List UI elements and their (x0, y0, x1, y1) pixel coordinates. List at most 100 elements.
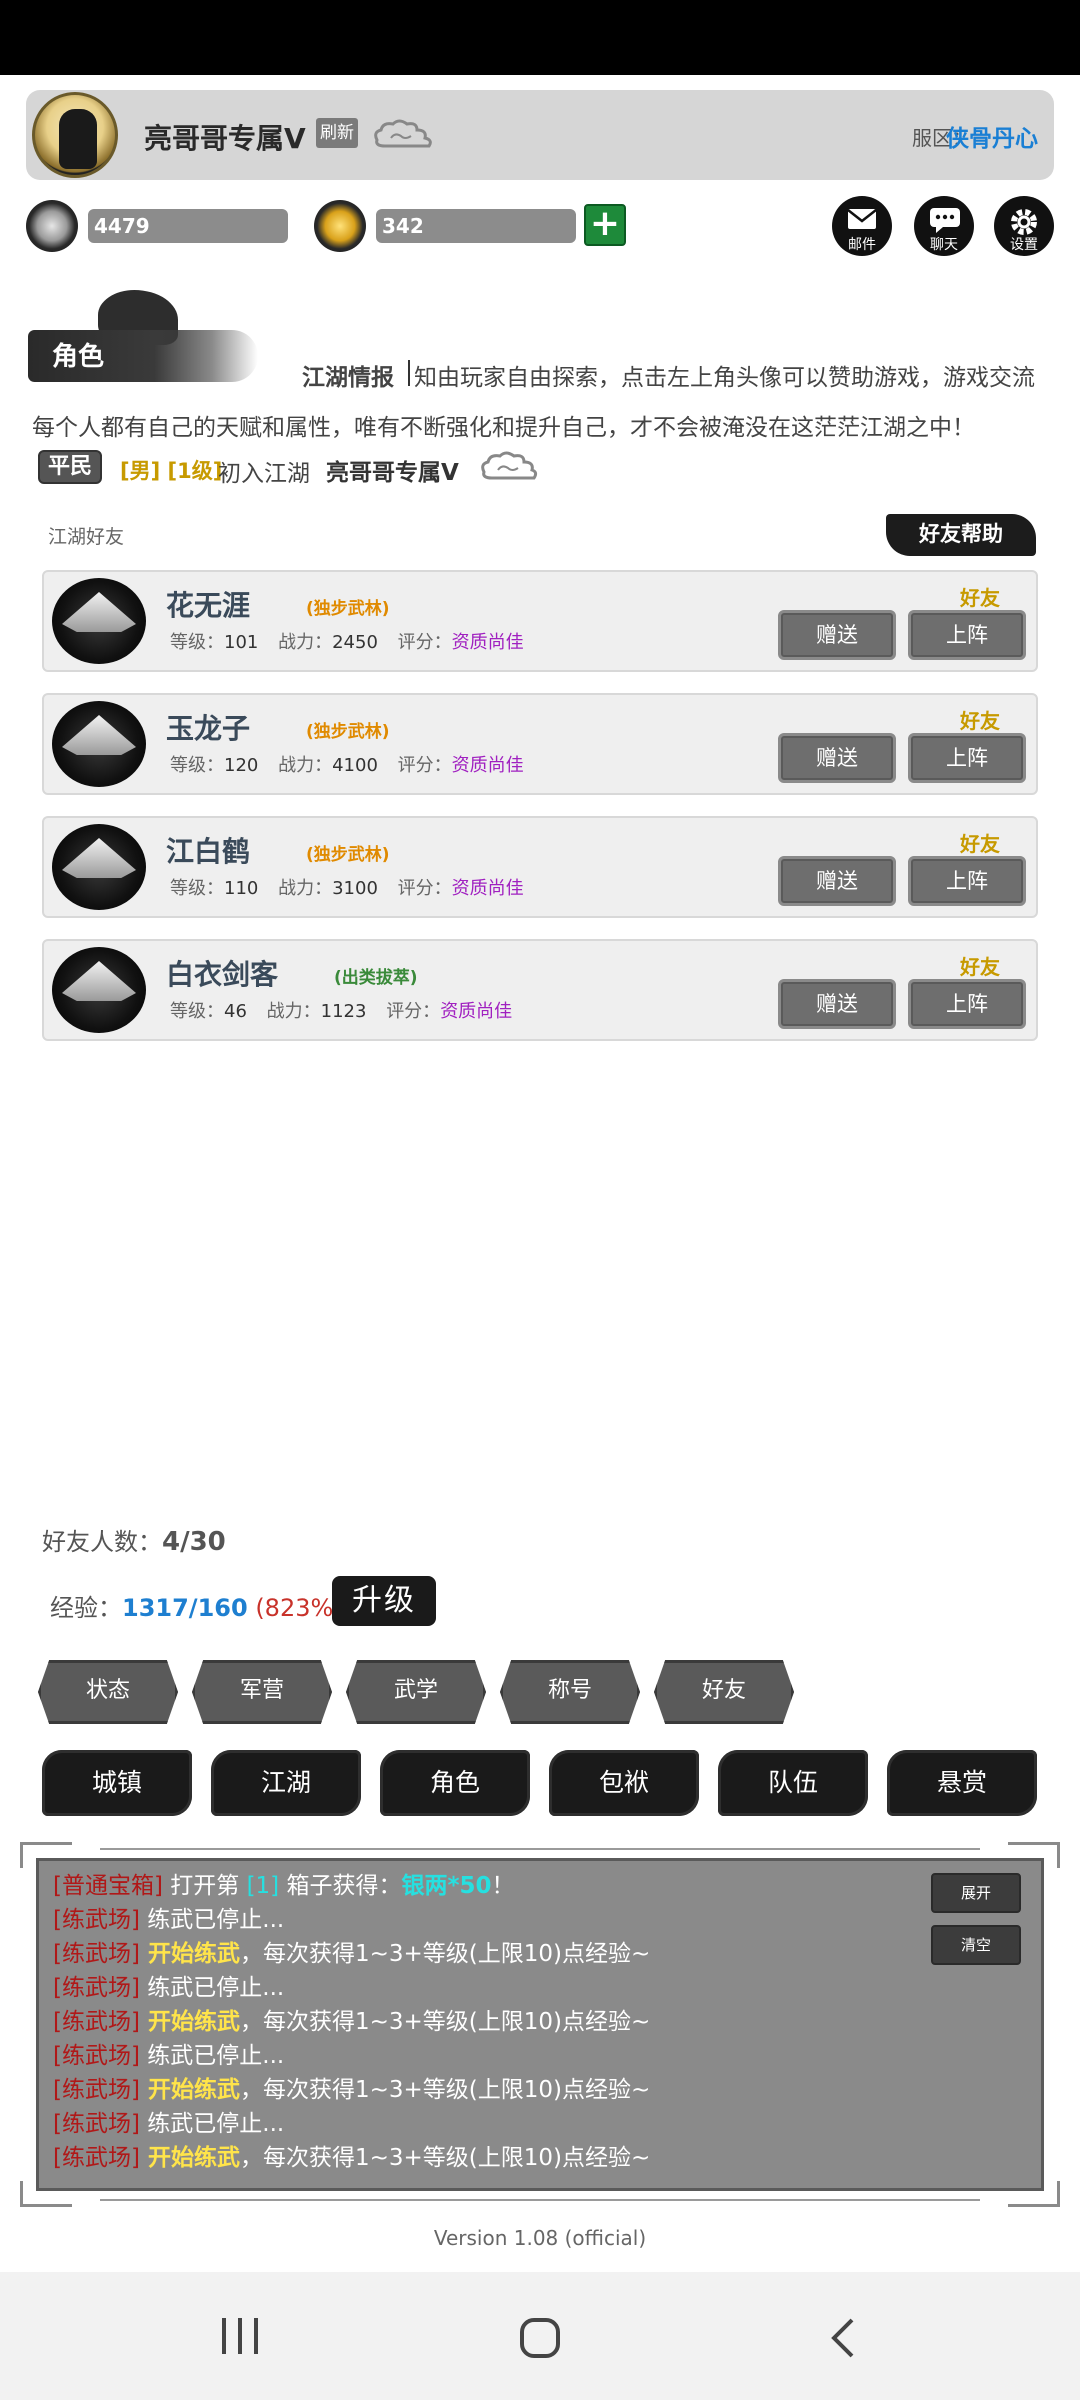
tab-2[interactable]: 武学 (346, 1660, 486, 1724)
tab-3[interactable]: 称号 (500, 1660, 640, 1724)
log-highlight: 开始练武 (139, 2145, 240, 2171)
power-label: 战力： (278, 755, 333, 776)
expand-log-button[interactable]: 展开 (931, 1873, 1021, 1913)
nav-button-3[interactable]: 包袱 (549, 1750, 699, 1816)
friend-rating: 资质尚佳 (451, 755, 524, 776)
friend-avatar[interactable] (52, 947, 146, 1033)
chat-button[interactable]: 聊天 (914, 196, 974, 256)
gift-button[interactable]: 赠送 (778, 610, 896, 660)
deploy-button[interactable]: 上阵 (908, 733, 1026, 783)
log-line: [练武场] 开始练武，每次获得1~3+等级(上限10)点经验~ (53, 2005, 650, 2039)
clear-log-button[interactable]: 清空 (931, 1925, 1021, 1965)
friend-name: 江白鹤 (166, 835, 251, 868)
back-icon[interactable] (826, 2316, 858, 2360)
add-gold-button[interactable]: + (584, 204, 626, 246)
player-name: 亮哥哥专属V (144, 122, 306, 155)
home-icon[interactable] (518, 2316, 562, 2360)
role-banner-label: 角色 (52, 342, 105, 372)
friend-stats: 等级：120 战力：4100 评分：资质尚佳 (170, 751, 524, 777)
mail-icon (847, 209, 877, 229)
status-bar (0, 0, 1080, 75)
chat-label: 聊天 (930, 237, 958, 253)
log-tag: [练武场] (53, 1941, 140, 1967)
friend-card[interactable]: 花无涯 (独步武林) 等级：101 战力：2450 评分：资质尚佳 好友 赠送 … (42, 570, 1038, 672)
friend-power: 1123 (320, 1001, 367, 1022)
nav-button-4[interactable]: 队伍 (718, 1750, 868, 1816)
exp-row: 经验：1317/160 (823%) (50, 1588, 343, 1623)
intro-text: 每个人都有自己的天赋和属性，唯有不断强化和提升自己，才不会被淹没在这茫茫江湖之中… (32, 415, 975, 441)
log-highlight: 开始练武 (139, 1941, 240, 1967)
friend-card[interactable]: 白衣剑客 (出类拔萃) 等级：46 战力：1123 评分：资质尚佳 好友 赠送 … (42, 939, 1038, 1041)
friend-relation: 好友 (960, 832, 1000, 856)
player-header: 亮哥哥专属V 刷新 服区： 侠骨丹心 (26, 90, 1054, 180)
friend-relation: 好友 (960, 955, 1000, 979)
news-label: 江湖情报 (302, 365, 394, 391)
friend-count-label: 好友人数： (42, 1528, 162, 1556)
news-divider (408, 360, 410, 386)
silver-coin-icon (26, 200, 78, 252)
deploy-button[interactable]: 上阵 (908, 979, 1026, 1029)
gift-button[interactable]: 赠送 (778, 979, 896, 1029)
bamboo-hat-icon (62, 838, 136, 878)
gift-button[interactable]: 赠送 (778, 733, 896, 783)
bamboo-hat-icon (62, 592, 136, 632)
upgrade-button[interactable]: 升级 (332, 1576, 436, 1626)
friend-card[interactable]: 江白鹤 (独步武林) 等级：110 战力：3100 评分：资质尚佳 好友 赠送 … (42, 816, 1038, 918)
level-label: 等级： (170, 1001, 224, 1022)
friend-stats: 等级：46 战力：1123 评分：资质尚佳 (170, 997, 512, 1023)
tab-0[interactable]: 状态 (38, 1660, 178, 1724)
mail-button[interactable]: 邮件 (832, 196, 892, 256)
friend-avatar[interactable] (52, 701, 146, 787)
log-text: ，每次获得1~3+等级(上限10)点经验~ (239, 1941, 651, 1967)
log-line: [练武场] 练武已停止... (53, 1903, 650, 1937)
log-text: 打开第 (162, 1873, 247, 1899)
version-label: Version 1.08 (official) (433, 2226, 647, 2250)
friend-avatar[interactable] (52, 578, 146, 664)
log-tag: [练武场] (53, 2111, 140, 2137)
friend-stats: 等级：110 战力：3100 评分：资质尚佳 (170, 874, 524, 900)
log-tag: [普通宝箱] (53, 1873, 163, 1899)
rating-label: 评分： (397, 755, 452, 776)
role-banner: 角色 (28, 290, 258, 390)
deploy-button[interactable]: 上阵 (908, 610, 1026, 660)
log-text: 练武已停止... (139, 2043, 285, 2069)
log-text: ，每次获得1~3+等级(上限10)点经验~ (239, 2145, 651, 2171)
friend-title-tag: (独步武林) (306, 845, 390, 865)
log-text: 练武已停止... (139, 2111, 285, 2137)
friend-card[interactable]: 玉龙子 (独步武林) 等级：120 战力：4100 评分：资质尚佳 好友 赠送 … (42, 693, 1038, 795)
log-line: [练武场] 开始练武，每次获得1~3+等级(上限10)点经验~ (53, 2141, 650, 2175)
nav-button-5[interactable]: 悬赏 (887, 1750, 1037, 1816)
server-name[interactable]: 侠骨丹心 (946, 119, 1038, 153)
deploy-button[interactable]: 上阵 (908, 856, 1026, 906)
log-panel[interactable]: [普通宝箱] 打开第 [1] 箱子获得：银两*50！ [练武场] 练武已停止..… (36, 1858, 1044, 2191)
log-tag: [练武场] (53, 2043, 140, 2069)
friend-help-button[interactable]: 好友帮助 (886, 514, 1036, 556)
rating-label: 评分： (386, 1001, 441, 1022)
mail-label: 邮件 (848, 237, 876, 253)
friend-name: 白衣剑客 (166, 958, 279, 991)
friend-avatar[interactable] (52, 824, 146, 910)
log-tag: [练武场] (53, 2145, 140, 2171)
log-frame-line (100, 1848, 980, 1850)
nav-button-0[interactable]: 城镇 (42, 1750, 192, 1816)
exp-value: 1317/160 (122, 1594, 248, 1622)
refresh-button[interactable]: 刷新 (316, 118, 358, 148)
level-label: 等级： (170, 878, 224, 899)
settings-button[interactable]: 设置 (994, 196, 1054, 256)
friend-power: 2450 (332, 632, 378, 653)
player-avatar[interactable] (32, 92, 118, 178)
friend-count: 好友人数：4/30 (42, 1522, 226, 1557)
rank-badge: 平民 (38, 450, 102, 484)
nav-button-2[interactable]: 角色 (380, 1750, 530, 1816)
nav-button-1[interactable]: 江湖 (211, 1750, 361, 1816)
gift-button[interactable]: 赠送 (778, 856, 896, 906)
log-line: [练武场] 练武已停止... (53, 2107, 650, 2141)
tab-1[interactable]: 军营 (192, 1660, 332, 1724)
friend-level: 46 (224, 1001, 247, 1022)
recent-apps-icon[interactable] (218, 2316, 262, 2356)
friend-level: 120 (224, 755, 259, 776)
log-text: ，每次获得1~3+等级(上限10)点经验~ (239, 2009, 651, 2035)
friend-count-value: 4/30 (162, 1527, 226, 1557)
log-highlight: 开始练武 (139, 2077, 240, 2103)
tab-4[interactable]: 好友 (654, 1660, 794, 1724)
